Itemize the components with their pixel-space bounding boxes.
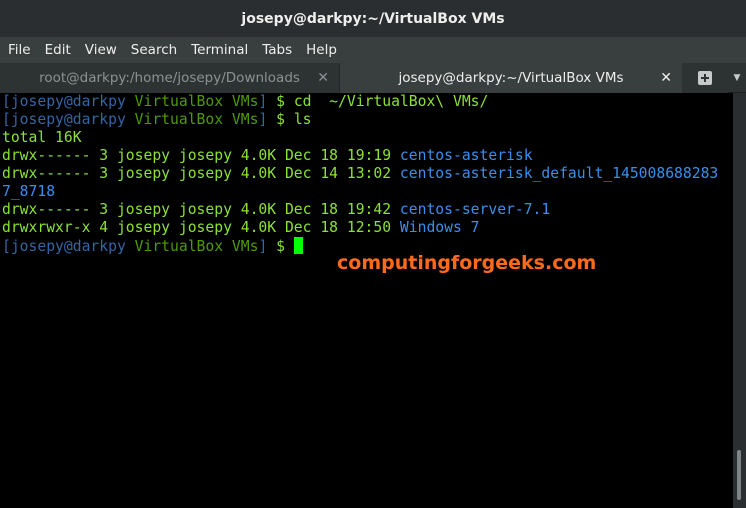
prompt-user: josepy@darkpy (10, 93, 126, 110)
directory-name: centos-asterisk (399, 147, 533, 164)
prompt-dir: VirtualBox VMs (134, 93, 259, 110)
prompt-dir: VirtualBox VMs (134, 111, 259, 128)
prompt-user: josepy@darkpy (10, 111, 126, 128)
chevron-down-icon: ▼ (733, 73, 741, 83)
close-icon[interactable]: ✕ (317, 63, 329, 93)
terminal-output[interactable]: [josepy@darkpy VirtualBox VMs] $ cd ~/Vi… (0, 93, 733, 508)
directory-name: centos-asterisk_default_145008688283 (399, 165, 719, 182)
terminal-line: [josepy@darkpy VirtualBox VMs] $ ls (2, 111, 312, 128)
command-text: ls (293, 111, 312, 128)
scrollbar[interactable] (733, 93, 746, 508)
terminal-line: drwx------ 3 josepy josepy 4.0K Dec 14 1… (2, 165, 719, 182)
close-icon[interactable]: ✕ (660, 63, 672, 93)
new-tab-button[interactable] (682, 63, 728, 93)
directory-name-continued: 7_8718 (2, 183, 56, 200)
terminal-line: drwx------ 3 josepy josepy 4.0K Dec 18 1… (2, 147, 533, 164)
watermark: computingforgeeks.com (337, 252, 597, 274)
terminal-line: [josepy@darkpy VirtualBox VMs] $ cd ~/Vi… (2, 93, 489, 110)
directory-name: centos-server-7.1 (399, 201, 551, 218)
directory-name: Windows 7 (399, 219, 480, 236)
prompt-dir: VirtualBox VMs (134, 238, 259, 255)
tab-label: root@darkpy:/home/josepy/Downloads (39, 70, 300, 86)
plus-icon (698, 71, 712, 85)
scrollbar-thumb[interactable] (737, 450, 741, 500)
terminal-line: total 16K (2, 129, 82, 146)
tab-label: josepy@darkpy:~/VirtualBox VMs (398, 70, 624, 86)
menu-help[interactable]: Help (299, 37, 344, 63)
window-title-bar: josepy@darkpy:~/VirtualBox VMs (0, 0, 746, 37)
menu-terminal[interactable]: Terminal (184, 37, 255, 63)
tab-virtualbox-vms[interactable]: josepy@darkpy:~/VirtualBox VMs ✕ (340, 63, 682, 93)
command-text: cd ~/VirtualBox\ VMs/ (293, 93, 489, 110)
terminal-line: 7_8718 (2, 183, 733, 201)
tab-downloads[interactable]: root@darkpy:/home/josepy/Downloads ✕ (0, 63, 340, 93)
menu-tabs[interactable]: Tabs (255, 37, 299, 63)
tab-bar: root@darkpy:/home/josepy/Downloads ✕ jos… (0, 63, 746, 93)
menu-bar: File Edit View Search Terminal Tabs Help (0, 37, 746, 63)
menu-edit[interactable]: Edit (38, 37, 78, 63)
prompt-user: josepy@darkpy (10, 238, 126, 255)
terminal-cursor (293, 237, 303, 254)
terminal-line: drwx------ 3 josepy josepy 4.0K Dec 18 1… (2, 201, 551, 218)
terminal-line: drwxrwxr-x 4 josepy josepy 4.0K Dec 18 1… (2, 219, 480, 236)
menu-search[interactable]: Search (124, 37, 184, 63)
tab-list-button[interactable]: ▼ (728, 63, 746, 93)
menu-view[interactable]: View (78, 37, 124, 63)
menu-file[interactable]: File (1, 37, 38, 63)
window-title: josepy@darkpy:~/VirtualBox VMs (241, 10, 505, 27)
